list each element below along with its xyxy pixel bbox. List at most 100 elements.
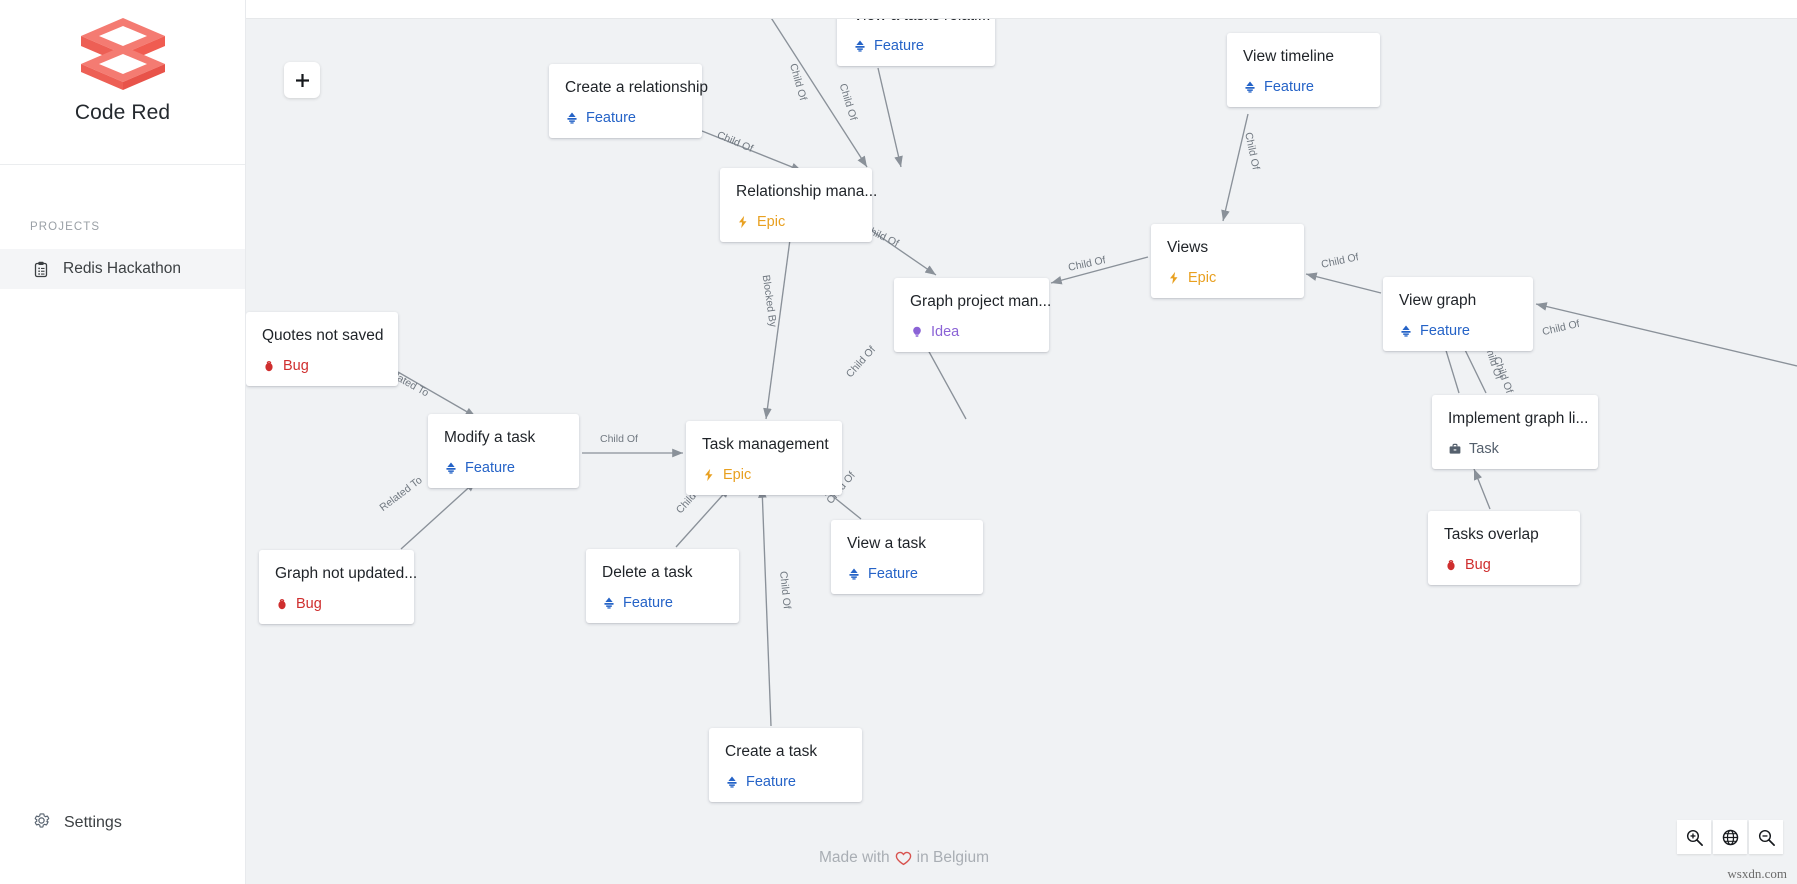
zoom-in-button[interactable] <box>1677 820 1711 854</box>
graph-node-type: Epic <box>736 214 856 230</box>
graph-node-type: Bug <box>275 596 398 612</box>
graph-node-type-label: Idea <box>931 324 960 340</box>
graph-node-type-label: Bug <box>283 358 309 374</box>
graph-node-title: Delete a task <box>602 564 693 581</box>
graph-node-type: Feature <box>602 595 723 611</box>
sidebar-item-redis-hackathon[interactable]: Redis Hackathon <box>0 249 245 289</box>
graph-edge <box>397 371 477 418</box>
feature-icon <box>725 775 739 789</box>
add-node-button[interactable] <box>284 62 320 98</box>
graph-node-views[interactable]: Views Epic <box>1151 224 1304 298</box>
epic-icon <box>702 468 716 482</box>
graph-node-title: View a task <box>847 535 926 552</box>
graph-node-type: Feature <box>847 566 967 582</box>
task-icon <box>1448 442 1462 456</box>
graph-node-create-a-relationship[interactable]: Create a relationship Feature <box>549 64 709 138</box>
graph-node-type-label: Epic <box>1188 270 1217 286</box>
graph-node-type: Idea <box>910 324 1033 340</box>
graph-edge <box>675 486 731 548</box>
graph-node-title: View a tasks relati... <box>853 19 991 25</box>
zoom-controls <box>1677 820 1783 854</box>
graph-node-view-a-tasks-relationship[interactable]: View a tasks relati... Feature <box>837 19 995 66</box>
graph-node-title: View timeline <box>1243 48 1335 65</box>
graph-node-type: Feature <box>444 460 563 476</box>
graph-node-graph-project-management[interactable]: Graph project man... Idea <box>894 278 1052 352</box>
zoom-out-button[interactable] <box>1749 820 1783 854</box>
graph-node-type-label: Epic <box>723 467 752 483</box>
graph-edge <box>1473 468 1491 510</box>
graph-node-type: Epic <box>1167 270 1288 286</box>
graph-node-type: Feature <box>1399 323 1517 339</box>
magnifier-minus-icon <box>1758 829 1775 846</box>
globe-icon <box>1722 829 1738 845</box>
graph-node-type-label: Feature <box>868 566 918 582</box>
graph-node-title: View graph <box>1399 292 1477 309</box>
sidebar-item-settings[interactable]: Settings <box>0 804 245 842</box>
graph-node-task-management[interactable]: Task management Epic <box>686 421 842 495</box>
graph-edge <box>1305 272 1382 294</box>
graph-edge <box>1050 256 1149 285</box>
graph-node-type-label: Feature <box>874 38 924 54</box>
graph-node-title: Graph not updated... <box>275 565 418 582</box>
graph-node-type-label: Bug <box>1465 557 1491 573</box>
magnifier-plus-icon <box>1686 829 1703 846</box>
graph-node-title: Graph project man... <box>910 293 1052 310</box>
graph-node-title: Create a relationship <box>565 79 709 96</box>
graph-edge <box>763 231 792 420</box>
graph-node-type-label: Feature <box>623 595 673 611</box>
feature-icon <box>565 111 579 125</box>
graph-node-tasks-overlap[interactable]: Tasks overlap Bug <box>1428 511 1580 585</box>
graph-node-title: Views <box>1167 239 1209 256</box>
graph-node-view-graph[interactable]: View graph Feature <box>1383 277 1533 351</box>
graph-node-implement-graph-library[interactable]: Implement graph li... Task <box>1432 395 1598 469</box>
graph-node-quotes-not-saved[interactable]: Quotes not saved Bug <box>246 312 398 386</box>
projects-section-label: PROJECTS <box>30 221 101 233</box>
feature-icon <box>1399 324 1413 338</box>
fit-to-screen-button[interactable] <box>1713 820 1747 854</box>
sidebar-item-label: Redis Hackathon <box>63 260 182 277</box>
graph-node-title: Implement graph li... <box>1448 410 1589 427</box>
settings-label: Settings <box>64 814 122 831</box>
graph-node-create-a-task[interactable]: Create a task Feature <box>709 728 862 802</box>
feature-icon <box>847 567 861 581</box>
graph-node-type-label: Bug <box>296 596 322 612</box>
graph-node-type: Epic <box>702 467 826 483</box>
graph-node-type-label: Feature <box>586 110 636 126</box>
app-root: Code Red PROJECTS Redis Hackathon Settin… <box>0 0 1797 884</box>
bug-icon <box>262 359 276 373</box>
feature-icon <box>444 461 458 475</box>
graph-node-graph-not-updated[interactable]: Graph not updated... Bug <box>259 550 418 624</box>
idea-icon <box>910 325 924 339</box>
feature-icon <box>1243 80 1257 94</box>
graph-node-relationship-management[interactable]: Relationship mana... Epic <box>720 168 877 242</box>
graph-edge <box>701 130 803 172</box>
main-area: Child Of Child Of Child Of Child Of Blocked … <box>246 0 1797 884</box>
graph-edge <box>400 480 477 550</box>
graph-node-type: Bug <box>1444 557 1564 573</box>
graph-node-type-label: Feature <box>746 774 796 790</box>
graph-canvas[interactable]: Child Of Child Of Child Of Child Of Blocked … <box>246 19 1797 884</box>
graph-node-title: Task management <box>702 436 829 453</box>
graph-node-type: Feature <box>565 110 686 126</box>
graph-node-type: Feature <box>853 38 979 54</box>
graph-node-modify-a-task[interactable]: Modify a task Feature <box>428 414 579 488</box>
graph-node-view-a-task[interactable]: View a task Feature <box>831 520 983 594</box>
graph-node-type-label: Feature <box>1420 323 1470 339</box>
graph-node-view-timeline[interactable]: View timeline Feature <box>1227 33 1380 107</box>
feature-icon <box>853 39 867 53</box>
top-bar <box>246 0 1797 19</box>
graph-node-type: Feature <box>1243 79 1364 95</box>
graph-edge <box>1221 113 1249 222</box>
plus-icon <box>295 73 309 87</box>
graph-node-type-label: Feature <box>465 460 515 476</box>
graph-node-type-label: Epic <box>757 214 786 230</box>
bug-icon <box>275 597 289 611</box>
epic-icon <box>736 215 750 229</box>
graph-edge <box>1535 302 1797 367</box>
graph-edge <box>871 230 937 276</box>
graph-node-delete-a-task[interactable]: Delete a task Feature <box>586 549 739 623</box>
brand-title: Code Red <box>74 101 171 124</box>
graph-node-type: Feature <box>725 774 846 790</box>
brand-block: Code Red <box>0 0 245 165</box>
graph-node-type-label: Feature <box>1264 79 1314 95</box>
